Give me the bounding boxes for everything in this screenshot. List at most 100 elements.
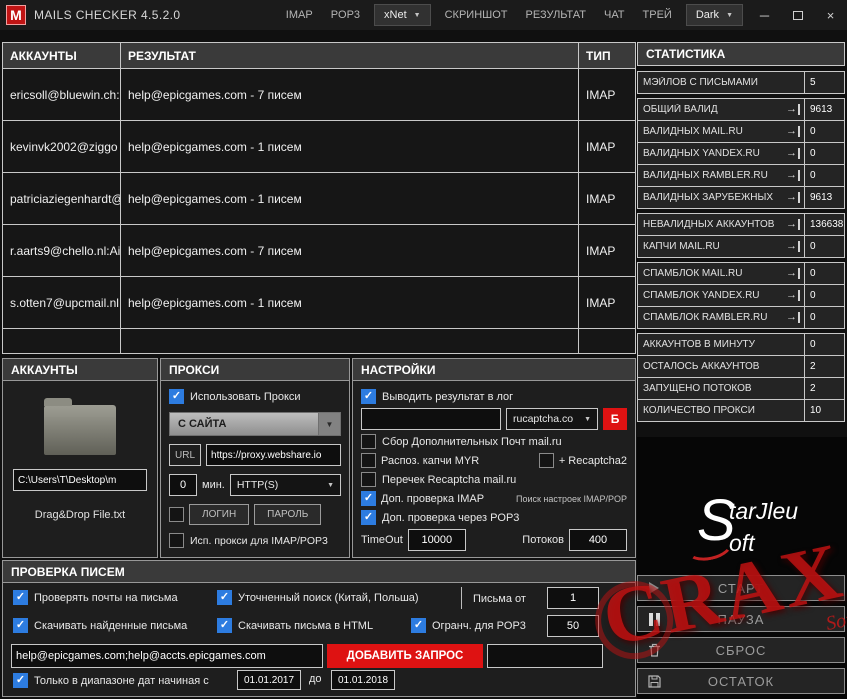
timeout-threads-row: TimeOut Потоков bbox=[361, 529, 627, 551]
results-table: АККАУНТЫ РЕЗУЛЬТАТ ТИП ericsoll@bluewin.… bbox=[2, 42, 636, 354]
stat-label: СПАМБЛОК RAMBLER.RU bbox=[638, 312, 786, 323]
table-row[interactable]: patriciaziegenhardt@ help@epicgames.com … bbox=[3, 173, 635, 225]
proxy-url-input[interactable] bbox=[206, 444, 341, 466]
check-mail-checkbox[interactable] bbox=[13, 590, 28, 605]
maximize-icon bbox=[793, 11, 803, 20]
settings-panel-body: Выводить результат в лог rucaptcha.co ▼ … bbox=[353, 381, 635, 557]
proxy-source-dropdown[interactable]: С САЙТА ▼ bbox=[169, 412, 341, 436]
menu-imap[interactable]: IMAP bbox=[277, 1, 322, 29]
table-row[interactable]: kevinvk2002@ziggo help@epicgames.com - 1… bbox=[3, 121, 635, 173]
xnet-dropdown[interactable]: xNet ▼ bbox=[374, 4, 431, 26]
stat-label: МЭЙЛОВ С ПИСЬМАМИ bbox=[638, 77, 804, 88]
export-arrow-icon[interactable] bbox=[786, 268, 800, 279]
use-proxy-checkbox[interactable] bbox=[169, 389, 184, 404]
divider bbox=[461, 587, 462, 609]
column-header-result[interactable]: РЕЗУЛЬТАТ bbox=[121, 43, 579, 68]
stat-value: 9613 bbox=[804, 187, 844, 208]
app-window: M MAILS CHECKER 4.5.2.0 IMAP POP3 xNet ▼… bbox=[0, 0, 847, 699]
empty-cell bbox=[579, 329, 635, 353]
menu-pop3[interactable]: POP3 bbox=[322, 1, 369, 29]
proxy-refresh-row: мин. HTTP(S) ▼ bbox=[169, 474, 341, 496]
theme-dropdown[interactable]: Dark ▼ bbox=[686, 4, 743, 26]
log-output-row: Выводить результат в лог bbox=[361, 389, 627, 404]
add-query-button[interactable]: ДОБАВИТЬ ЗАПРОС bbox=[327, 644, 483, 668]
imap-pop-settings-note: Поиск настроек IMAP/POP bbox=[516, 494, 627, 504]
date-range-row: Только в диапазоне дат начиная с bbox=[13, 673, 209, 688]
window-controls: ─ × bbox=[748, 0, 847, 30]
cell-type: IMAP bbox=[579, 277, 635, 328]
export-arrow-icon[interactable] bbox=[786, 219, 800, 230]
login-button[interactable]: ЛОГИН bbox=[189, 504, 249, 525]
date-to-input[interactable] bbox=[331, 670, 395, 690]
cell-result: help@epicgames.com - 1 писем bbox=[121, 277, 579, 328]
pop3-limit-checkbox[interactable] bbox=[411, 618, 426, 633]
export-arrow-icon[interactable] bbox=[786, 104, 800, 115]
table-row[interactable]: ericsoll@bluewin.ch: help@epicgames.com … bbox=[3, 69, 635, 121]
remainder-button[interactable]: ОСТАТОК bbox=[637, 668, 845, 694]
recheck-recaptcha-checkbox[interactable] bbox=[361, 472, 376, 487]
proxy-auth-checkbox[interactable] bbox=[169, 507, 184, 522]
menu-screenshot[interactable]: СКРИНШОТ bbox=[436, 1, 517, 29]
recaptcha2-label: + Recaptcha2 bbox=[559, 455, 627, 467]
stat-label: ЗАПУЩЕНО ПОТОКОВ bbox=[638, 383, 804, 394]
menu-result[interactable]: РЕЗУЛЬТАТ bbox=[517, 1, 595, 29]
proxy-panel-body: Использовать Прокси С САЙТА ▼ URL мин. H… bbox=[161, 381, 349, 556]
mail-check-title: ПРОВЕРКА ПИСЕМ bbox=[3, 561, 635, 583]
letters-from-input[interactable] bbox=[547, 587, 599, 609]
captcha-service-dropdown[interactable]: rucaptcha.co ▼ bbox=[506, 408, 598, 430]
proxy-imap-pop3-checkbox[interactable] bbox=[169, 533, 184, 548]
accounts-path-input[interactable] bbox=[13, 469, 147, 491]
recognize-captcha-checkbox[interactable] bbox=[361, 453, 376, 468]
minimize-button[interactable]: ─ bbox=[748, 0, 781, 30]
table-row[interactable]: s.otten7@upcmail.nl help@epicgames.com -… bbox=[3, 277, 635, 329]
export-arrow-icon[interactable] bbox=[786, 312, 800, 323]
download-html-checkbox[interactable] bbox=[217, 618, 232, 633]
folder-icon[interactable] bbox=[44, 405, 116, 455]
table-row[interactable]: r.aarts9@chello.nl:Ai help@epicgames.com… bbox=[3, 225, 635, 277]
column-header-type[interactable]: ТИП bbox=[579, 43, 635, 68]
query-input[interactable] bbox=[11, 644, 323, 668]
stat-value: 2 bbox=[804, 378, 844, 399]
column-header-accounts[interactable]: АККАУНТЫ bbox=[3, 43, 121, 68]
proxy-protocol-dropdown[interactable]: HTTP(S) ▼ bbox=[230, 474, 341, 496]
stat-label: КОЛИЧЕСТВО ПРОКСИ bbox=[638, 405, 804, 416]
threads-input[interactable] bbox=[569, 529, 627, 551]
chevron-down-icon: ▼ bbox=[578, 416, 591, 423]
menu-tray[interactable]: ТРЕЙ bbox=[634, 1, 681, 29]
recheck-recaptcha-label: Перечек Recaptcha mail.ru bbox=[382, 474, 516, 486]
timeout-input[interactable] bbox=[408, 529, 466, 551]
menu-chat[interactable]: ЧАТ bbox=[595, 1, 634, 29]
cell-type: IMAP bbox=[579, 69, 635, 120]
refined-search-checkbox[interactable] bbox=[217, 590, 232, 605]
download-found-checkbox[interactable] bbox=[13, 618, 28, 633]
recheck-recaptcha-row: Перечек Recaptcha mail.ru bbox=[361, 472, 627, 487]
log-output-checkbox[interactable] bbox=[361, 389, 376, 404]
play-icon bbox=[638, 582, 670, 594]
start-button[interactable]: СТАРТ bbox=[637, 575, 845, 601]
export-arrow-icon[interactable] bbox=[786, 126, 800, 137]
reset-button[interactable]: СБРОС bbox=[637, 637, 845, 663]
recaptcha2-checkbox[interactable] bbox=[539, 453, 554, 468]
extra-query-input[interactable] bbox=[487, 644, 603, 668]
pop3-limit-input[interactable] bbox=[547, 615, 599, 637]
date-range-checkbox[interactable] bbox=[13, 673, 28, 688]
extra-imap-checkbox[interactable] bbox=[361, 491, 376, 506]
maximize-button[interactable] bbox=[781, 0, 814, 30]
export-arrow-icon[interactable] bbox=[786, 170, 800, 181]
balance-button[interactable]: Б bbox=[603, 408, 627, 430]
close-button[interactable]: × bbox=[814, 0, 847, 30]
extra-pop3-checkbox[interactable] bbox=[361, 510, 376, 525]
captcha-key-input[interactable] bbox=[361, 408, 501, 430]
export-arrow-icon[interactable] bbox=[786, 290, 800, 301]
pause-button[interactable]: ПАУЗА bbox=[637, 606, 845, 632]
stat-value: 5 bbox=[804, 72, 844, 93]
chevron-down-icon: ▼ bbox=[726, 12, 733, 19]
export-arrow-icon[interactable] bbox=[786, 148, 800, 159]
proxy-minutes-input[interactable] bbox=[169, 474, 197, 496]
date-from-input[interactable] bbox=[237, 670, 301, 690]
collect-mailru-label: Сбор Дополнительных Почт mail.ru bbox=[382, 436, 562, 448]
password-button[interactable]: ПАРОЛЬ bbox=[254, 504, 321, 525]
collect-mailru-checkbox[interactable] bbox=[361, 434, 376, 449]
export-arrow-icon[interactable] bbox=[786, 192, 800, 203]
export-arrow-icon[interactable] bbox=[786, 241, 800, 252]
